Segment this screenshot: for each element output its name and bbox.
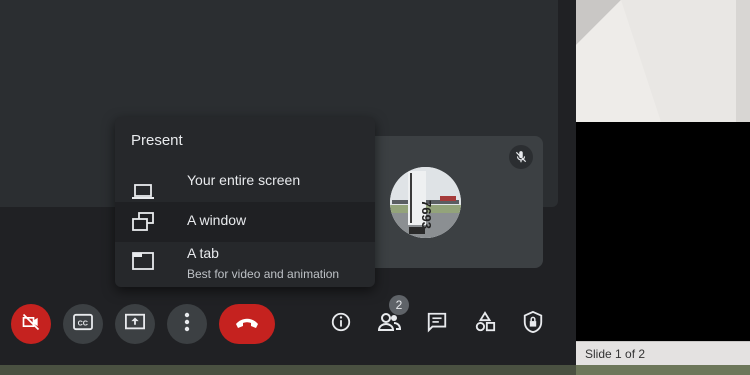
activities-button[interactable] [473, 310, 497, 338]
host-controls-button[interactable] [521, 310, 545, 339]
present-menu-title: Present [131, 132, 183, 149]
camera-off-icon [21, 312, 41, 337]
present-window-item[interactable]: A window [115, 202, 375, 242]
activities-icon [474, 310, 496, 338]
slide-thumbnail [576, 0, 750, 122]
hang-up-icon [234, 315, 260, 334]
tab-icon [131, 251, 155, 271]
window-icon [131, 211, 155, 231]
people-icon [377, 311, 402, 338]
taskbar-segment [576, 365, 750, 375]
host-controls-icon [522, 310, 544, 339]
present-now-button[interactable] [115, 304, 155, 344]
participant-tile[interactable]: 7693 [360, 136, 543, 268]
svg-text:CC: CC [78, 318, 88, 327]
present-tab-sublabel: Best for video and animation [187, 267, 340, 281]
present-screen-icon [124, 312, 146, 337]
chat-icon [426, 311, 448, 338]
participant-avatar: 7693 [390, 167, 461, 238]
present-window-label: A window [187, 212, 247, 228]
chat-button[interactable] [425, 312, 449, 336]
laptop-icon [131, 182, 155, 202]
people-button[interactable] [377, 311, 402, 338]
meeting-stage: 7693 Present Your entire screen A window… [0, 0, 576, 375]
present-menu: Present Your entire screen A window A ta… [115, 117, 375, 287]
meeting-details-button[interactable] [329, 312, 353, 336]
more-options-icon [184, 312, 190, 337]
slide-status-bar: Slide 1 of 2 [576, 341, 750, 365]
present-entire-screen-label: Your entire screen [187, 172, 301, 188]
present-tab-label: A tab [187, 245, 219, 261]
closed-captions-icon: CC [72, 313, 94, 336]
present-tab-item[interactable]: A tab Best for video and animation [115, 242, 375, 284]
shared-slide-preview: Slide 1 of 2 [576, 0, 750, 375]
desktop-taskbar [0, 365, 750, 375]
camera-toggle-button[interactable] [11, 304, 51, 344]
mic-off-icon [509, 145, 533, 169]
svg-text:7693: 7693 [419, 200, 434, 229]
info-icon [330, 311, 352, 338]
more-options-button[interactable] [167, 304, 207, 344]
captions-button[interactable]: CC [63, 304, 103, 344]
leave-call-button[interactable] [219, 304, 275, 344]
